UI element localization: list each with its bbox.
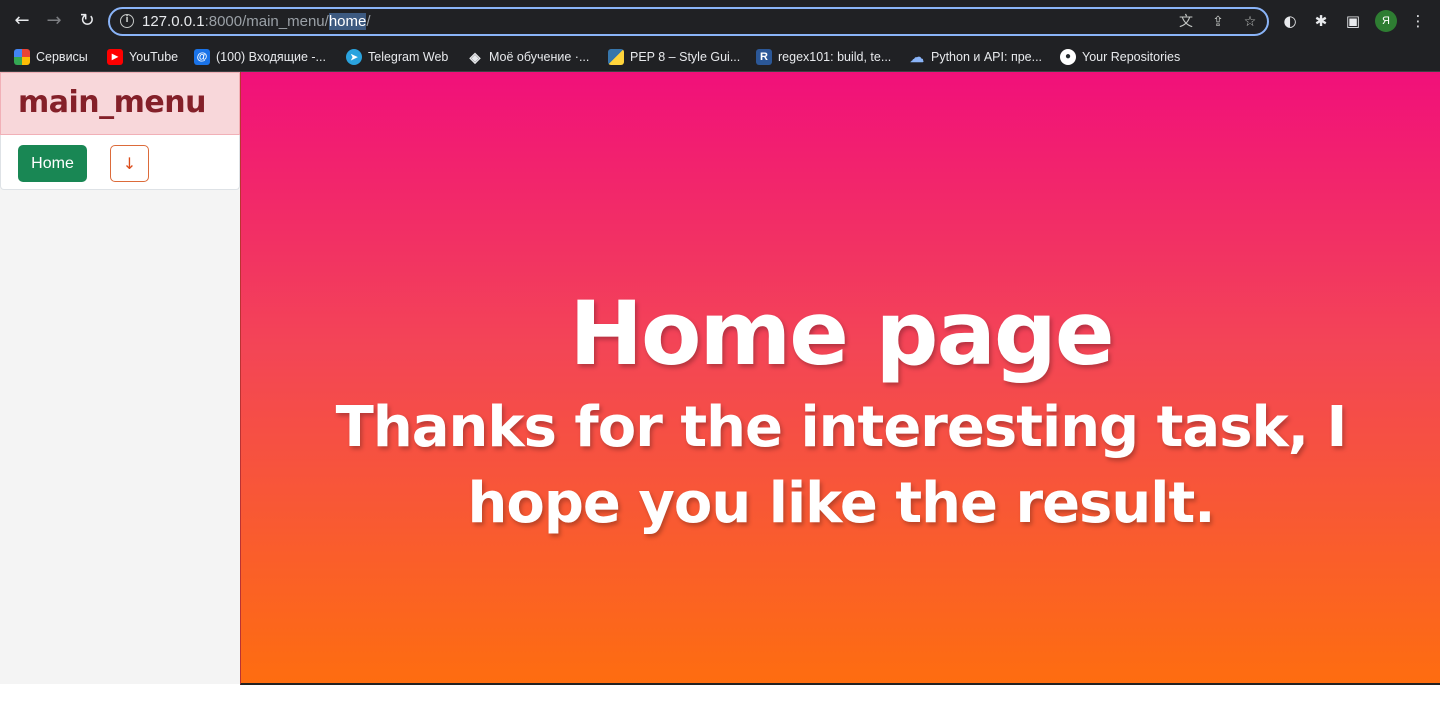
bookmark-label: Telegram Web (368, 50, 449, 64)
bookmark-services[interactable]: Сервисы (14, 42, 88, 72)
bookmark-learning[interactable]: ◈ Моё обучение ·... (467, 42, 590, 72)
bookmark-youtube[interactable]: ▶ YouTube (107, 42, 178, 72)
bookmark-python-api[interactable]: ☁ Python и API: пре... (909, 42, 1042, 72)
sidebar: main_menu Home ↓ (0, 72, 240, 684)
profile-avatar[interactable]: Я (1375, 10, 1397, 32)
share-icon[interactable]: ⇪ (1209, 13, 1227, 31)
page-title: Home page (569, 282, 1114, 385)
bookmark-regex101[interactable]: R regex101: build, te... (756, 42, 891, 72)
page-subtitle: Thanks for the interesting task, I hope … (335, 395, 1348, 536)
sidebar-title: main_menu (18, 85, 206, 120)
apps-grid-icon (14, 49, 30, 65)
bookmark-label: regex101: build, te... (778, 50, 892, 64)
bookmark-pep8[interactable]: PEP 8 – Style Gui... (608, 42, 740, 72)
hero-banner: Home page Thanks for the interesting tas… (240, 72, 1440, 685)
browser-toolbar: ← → ↻ i 127.0.0.1:8000/main_menu/home/ 文… (0, 0, 1440, 42)
url-path-end: / (366, 13, 371, 30)
address-bar[interactable]: i 127.0.0.1:8000/main_menu/home/ 文 ⇪ ☆ (108, 7, 1269, 36)
url-path: :8000/main_menu/ (204, 13, 329, 30)
address-url[interactable]: 127.0.0.1:8000/main_menu/home/ (142, 12, 371, 32)
github-icon: ● (1060, 49, 1076, 65)
bookmark-github[interactable]: ● Your Repositories (1060, 42, 1180, 72)
bookmark-label: (100) Входящие -... (216, 50, 326, 64)
sidebar-header: main_menu (0, 72, 240, 135)
site-info-icon[interactable]: i (120, 14, 134, 28)
cloud-icon: ☁ (910, 49, 924, 65)
hero-content: Home page Thanks for the interesting tas… (241, 282, 1440, 542)
bookmark-label: PEP 8 – Style Gui... (630, 50, 741, 64)
bookmark-label: YouTube (129, 50, 179, 64)
page-content: main_menu Home ↓ Home page Thanks for th… (0, 72, 1440, 712)
forward-icon[interactable]: → (42, 9, 66, 33)
regex101-icon: R (756, 49, 772, 65)
translate-icon[interactable]: 文 (1177, 13, 1195, 31)
youtube-icon: ▶ (107, 49, 123, 65)
extension-icon[interactable]: ◐ (1280, 11, 1300, 31)
sidebar-menu: Home ↓ (0, 135, 240, 190)
dropdown-toggle-button[interactable]: ↓ (110, 145, 149, 182)
extensions-puzzle-icon[interactable]: ✱ (1311, 11, 1331, 31)
bookmark-label: Моё обучение ·... (489, 50, 590, 64)
bookmarks-bar: Сервисы ▶ YouTube @ (100) Входящие -... … (0, 42, 1440, 72)
url-selected: home (328, 13, 367, 30)
side-panel-icon[interactable]: ▣ (1343, 11, 1363, 31)
python-icon (608, 49, 624, 65)
arrow-down-icon: ↓ (122, 154, 137, 173)
bookmark-label: Your Repositories (1082, 50, 1181, 64)
url-host: 127.0.0.1 (142, 13, 205, 30)
home-button[interactable]: Home (18, 145, 87, 182)
bookmark-label: Python и API: пре... (931, 50, 1043, 64)
bookmark-mail[interactable]: @ (100) Входящие -... (194, 42, 326, 72)
telegram-icon: ➤ (346, 49, 362, 65)
reload-icon[interactable]: ↻ (75, 9, 99, 33)
mail-icon: @ (194, 49, 210, 65)
kebab-menu-icon[interactable]: ⋮ (1408, 11, 1428, 31)
learning-icon: ◈ (469, 49, 481, 65)
bookmark-telegram[interactable]: ➤ Telegram Web (346, 42, 448, 72)
back-icon[interactable]: ← (10, 9, 34, 33)
bookmark-star-icon[interactable]: ☆ (1241, 13, 1259, 31)
bookmark-label: Сервисы (36, 50, 88, 64)
